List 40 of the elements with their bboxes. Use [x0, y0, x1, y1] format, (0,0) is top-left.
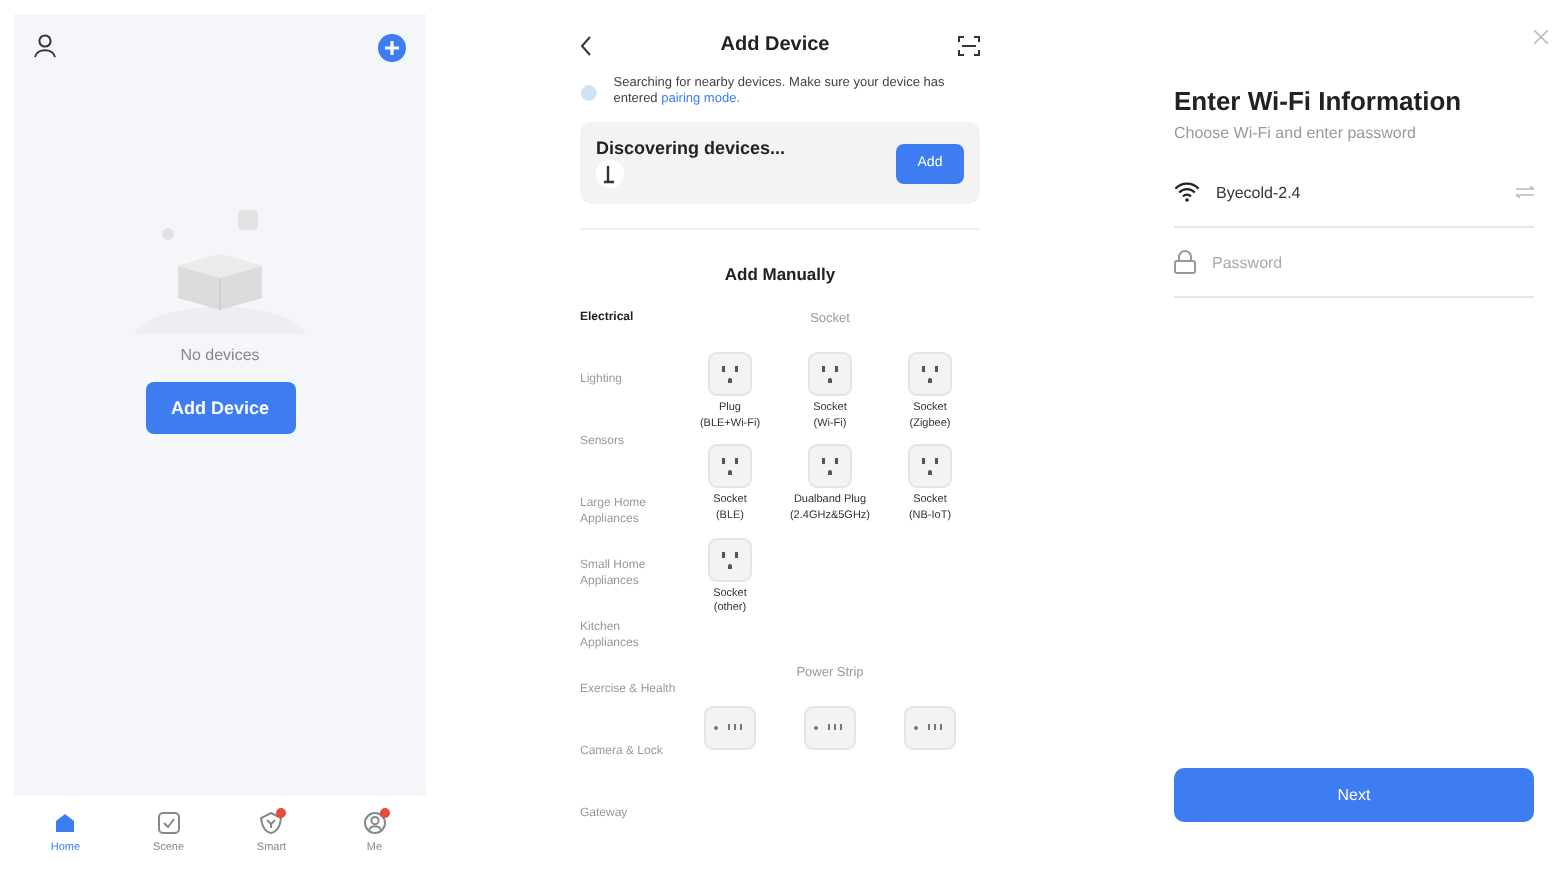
- add-device-button[interactable]: Add Device: [145, 382, 295, 434]
- section-title: Add Manually: [722, 264, 838, 284]
- plus-icon: [378, 34, 406, 62]
- socket-icon: [808, 444, 852, 489]
- back-icon: [580, 35, 592, 55]
- socket-icon: [708, 352, 752, 396]
- discovering-label: Discovering devices...: [596, 138, 786, 159]
- wifi-icon: [1174, 182, 1200, 202]
- shield-icon: [260, 812, 283, 834]
- power-strip-icon: [804, 706, 856, 751]
- profile-button[interactable]: [34, 34, 56, 62]
- home-icon: [54, 812, 77, 834]
- profile-icon: [363, 812, 386, 834]
- lock-icon: [1174, 250, 1196, 274]
- close-icon: [1534, 30, 1548, 44]
- socket-icon: [808, 352, 852, 396]
- swap-icon: [1516, 186, 1534, 198]
- password-field[interactable]: Password: [1212, 253, 1534, 271]
- socket-icon: [908, 444, 952, 489]
- device-icon: [596, 160, 624, 188]
- dialog-title: Enter Wi-Fi Information: [1174, 86, 1464, 116]
- next-button[interactable]: Next: [1174, 768, 1534, 822]
- switch-network-button[interactable]: [1516, 186, 1534, 198]
- power-strip-icon: [704, 706, 756, 751]
- power-strip-icon: [904, 706, 956, 751]
- socket-icon: [908, 352, 952, 396]
- empty-message: No devices: [180, 346, 260, 364]
- add-button[interactable]: [378, 34, 406, 62]
- page-title: Add Device: [720, 34, 830, 56]
- bluetooth-search-icon: [580, 81, 598, 104]
- network-name: Byecold-2.4: [1216, 183, 1303, 201]
- back-button[interactable]: [580, 35, 592, 55]
- close-button[interactable]: [1534, 30, 1548, 44]
- checkbox-icon: [157, 812, 180, 834]
- person-icon: [34, 34, 56, 58]
- dialog-subtitle: Choose Wi-Fi and enter password: [1174, 124, 1418, 142]
- scan-icon: [958, 35, 980, 55]
- scan-button[interactable]: [958, 35, 980, 55]
- socket-icon: [708, 537, 752, 582]
- socket-icon: [708, 444, 752, 489]
